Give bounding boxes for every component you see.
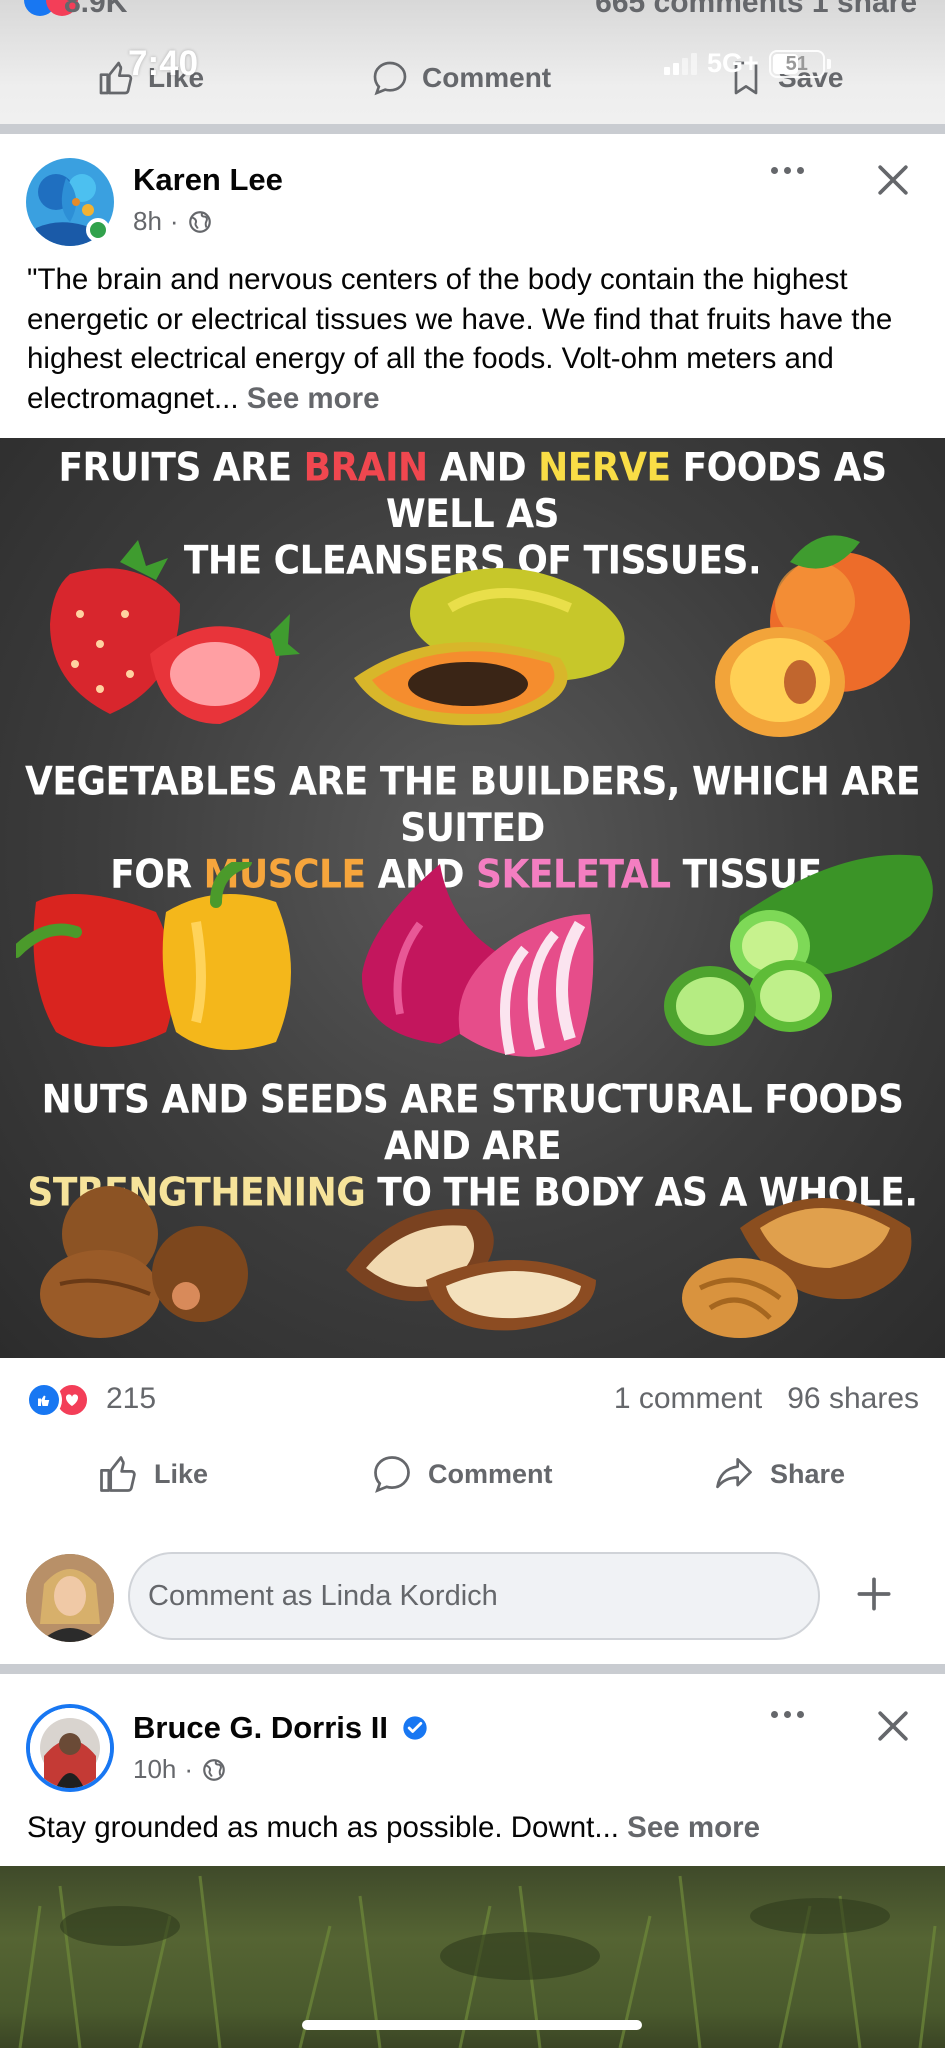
hazelnut-illustration [40, 1186, 248, 1338]
comments-shares-count[interactable]: 1 comment 96 shares [614, 1382, 919, 1416]
share-icon [716, 1457, 752, 1489]
feed-separator [0, 1664, 945, 1674]
see-more-link[interactable]: See more [627, 1811, 760, 1844]
post-actions: Like Comment Share [0, 1436, 945, 1516]
post-author[interactable]: Karen Lee [133, 162, 283, 198]
online-status-dot [86, 218, 110, 242]
like-label: Like [154, 1458, 209, 1489]
previous-comment-button[interactable]: Comment [370, 58, 551, 98]
globe-icon [188, 210, 211, 233]
post-more-button[interactable] [757, 150, 817, 190]
comment-label: Comment [428, 1458, 553, 1489]
post-stats: 215 1 comment 96 shares [0, 1358, 945, 1448]
like-icon [100, 1456, 136, 1492]
post-more-button[interactable] [757, 1694, 817, 1734]
cucumber-illustration [664, 854, 933, 1046]
share-label: Share [770, 1458, 846, 1489]
home-indicator[interactable] [302, 2020, 642, 2030]
status-indicators: 5G+ 51 [664, 48, 831, 79]
meta-dot: · [184, 1754, 194, 1784]
papaya-illustration [354, 568, 625, 726]
feed-separator [0, 124, 945, 134]
post-text: "The brain and nervous centers of the bo… [27, 260, 919, 418]
comment-icon [373, 61, 407, 96]
strawberry-illustration [50, 540, 300, 724]
onion-illustration [361, 864, 594, 1057]
comment-label: Comment [422, 62, 552, 93]
verified-badge-icon [402, 1716, 427, 1740]
signal-icon [664, 52, 697, 75]
plus-icon[interactable] [852, 1572, 896, 1616]
previous-comments-shares[interactable]: 665 comments 1 share [595, 0, 917, 20]
share-count[interactable]: 96 shares [787, 1382, 919, 1415]
battery-level: 51 [785, 52, 808, 75]
post-time[interactable]: 8h [133, 206, 162, 237]
post-meta: 8h · [133, 206, 213, 237]
like-button[interactable]: Like [96, 1452, 208, 1496]
feed-post: Bruce G. Dorris II 10h · Stay grounded a… [0, 1674, 945, 1866]
like-reaction-icon [26, 1382, 62, 1418]
globe-icon [203, 1758, 225, 1781]
post-time[interactable]: 10h [133, 1754, 176, 1785]
comment-composer: Comment as Linda Kordich [0, 1548, 945, 1658]
post-body: Stay grounded as much as possible. Downt… [27, 1811, 619, 1844]
comment-icon [374, 1456, 410, 1493]
reactions-summary[interactable] [26, 1382, 96, 1418]
peach-illustration [715, 535, 910, 737]
post-author[interactable]: Bruce G. Dorris II [133, 1710, 429, 1746]
previous-post-footer: 8.9K 665 comments 1 share Like Comment S… [0, 0, 945, 124]
user-avatar[interactable] [26, 1554, 114, 1642]
brazil-nut-illustration [346, 1208, 596, 1331]
comment-input[interactable]: Comment as Linda Kordich [128, 1552, 820, 1640]
comment-count[interactable]: 1 comment [614, 1382, 762, 1415]
meta-dot: · [169, 206, 179, 236]
screen: 8.9K 665 comments 1 share Like Comment S… [0, 0, 945, 2048]
network-type: 5G+ [707, 48, 759, 78]
battery-icon: 51 [768, 49, 825, 78]
close-icon[interactable] [871, 1704, 915, 1748]
share-button[interactable]: Share [712, 1452, 845, 1496]
close-icon[interactable] [871, 158, 915, 202]
reaction-count[interactable]: 215 [106, 1382, 156, 1416]
status-time: 7:40 [128, 44, 199, 83]
post-meta: 10h · [133, 1754, 227, 1785]
bell-pepper-illustration [16, 862, 291, 1050]
previous-reaction-count[interactable]: 8.9K [64, 0, 127, 20]
walnut-illustration [682, 1198, 912, 1338]
post-body: "The brain and nervous centers of the bo… [27, 263, 893, 415]
comment-button[interactable]: Comment [370, 1452, 553, 1496]
post-image[interactable]: FRUITS ARE BRAIN AND NERVE FOODS AS WELL… [0, 438, 945, 1358]
see-more-link[interactable]: See more [247, 382, 380, 415]
author-name[interactable]: Bruce G. Dorris II [133, 1710, 388, 1745]
post-text: Stay grounded as much as possible. Downt… [27, 1808, 919, 1848]
author-avatar[interactable] [26, 1704, 114, 1792]
